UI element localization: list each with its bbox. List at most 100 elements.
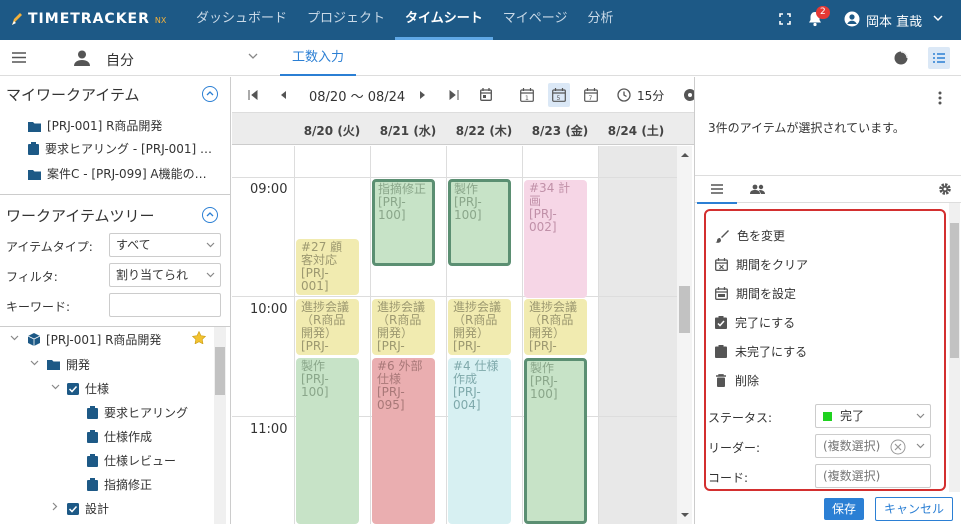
user-menu-chevron-icon[interactable] bbox=[933, 15, 943, 22]
calendar-event[interactable]: #6 外部 仕様 [PRJ- 095] bbox=[372, 358, 435, 524]
tree-collapse-chevron-icon[interactable] bbox=[52, 502, 58, 511]
sub-toolbar: 自分 工数入力 bbox=[0, 40, 961, 76]
tree-node[interactable]: 仕様レビュー bbox=[87, 452, 176, 469]
interval-value[interactable]: 15分 bbox=[637, 87, 664, 104]
scroll-up-icon[interactable] bbox=[681, 152, 689, 157]
save-button[interactable]: 保存 bbox=[824, 498, 864, 520]
date-range[interactable]: 08/20 ～ 08/24 bbox=[309, 86, 405, 105]
user-avatar-icon[interactable] bbox=[844, 11, 860, 27]
nav-dashboard[interactable]: ダッシュボード bbox=[186, 0, 297, 40]
tree-node[interactable]: 指摘修正 bbox=[87, 476, 152, 493]
user-name[interactable]: 岡本 直哉 bbox=[866, 11, 922, 30]
app-brand-suffix: NX bbox=[154, 16, 167, 25]
tree-scroll-thumb[interactable] bbox=[215, 347, 225, 395]
nav-mypage[interactable]: マイページ bbox=[493, 0, 578, 40]
keyword-input[interactable] bbox=[109, 293, 221, 317]
action-label: 削除 bbox=[735, 374, 760, 388]
status-select[interactable]: 完了 bbox=[815, 404, 931, 428]
tree-node[interactable]: [PRJ-001] R商品開発 bbox=[28, 331, 161, 348]
right-scroll-thumb[interactable] bbox=[950, 223, 959, 358]
calendar-event[interactable]: 製作 [PRJ- 100] bbox=[296, 358, 359, 524]
my-work-item[interactable]: [PRJ-001] R商品開発 bbox=[28, 117, 162, 134]
calendar-day-header: 8/20 (火) 8/21 (水) 8/22 (木) 8/23 (金) 8/24… bbox=[232, 113, 694, 145]
clock-icon[interactable] bbox=[617, 88, 631, 102]
pie-chart-icon[interactable] bbox=[894, 51, 908, 65]
nav-project[interactable]: プロジェクト bbox=[297, 0, 395, 40]
tree-node-label: 仕様レビュー bbox=[104, 454, 177, 468]
clipboard-icon bbox=[28, 142, 39, 155]
collapse-my-items-button[interactable] bbox=[202, 86, 218, 102]
tree-node-label: [PRJ-001] R商品開発 bbox=[46, 333, 162, 347]
right-scrollbar[interactable] bbox=[949, 203, 960, 492]
scroll-down-icon[interactable] bbox=[681, 513, 689, 518]
code-input[interactable]: (複数選択) bbox=[815, 464, 931, 488]
nav-analysis[interactable]: 分析 bbox=[578, 0, 624, 40]
prev-icon[interactable] bbox=[281, 91, 287, 99]
calendar-event[interactable]: 指摘修正 [PRJ- 100] bbox=[372, 179, 435, 266]
gear-icon[interactable] bbox=[938, 182, 952, 196]
tree-expand-chevron-icon[interactable] bbox=[10, 335, 19, 341]
chevron-up-icon bbox=[206, 91, 214, 96]
week-view-button[interactable]: 5 bbox=[548, 83, 570, 107]
action-set-period[interactable]: 期間を設定 bbox=[715, 285, 796, 302]
day-header: 8/21 (水) bbox=[379, 124, 437, 138]
calendar-event[interactable]: 進捗会議 （R商品 開発） [PRJ- bbox=[372, 299, 435, 355]
action-mark-incomplete[interactable]: 未完了にする bbox=[715, 343, 807, 360]
my-work-item[interactable]: 案件C - [PRJ-099] A機能の… bbox=[28, 165, 207, 182]
calendar-scrollbar[interactable] bbox=[677, 146, 692, 524]
seven-day-view-icon[interactable]: 7 bbox=[584, 88, 598, 102]
status-label: ステータス: bbox=[708, 411, 773, 425]
calendar-grid[interactable]: 09:00 10:00 11:00 指摘修正 [PRJ- 100] 製作 [PR… bbox=[232, 146, 680, 524]
eye-icon[interactable] bbox=[683, 88, 694, 102]
action-delete[interactable]: 削除 bbox=[715, 372, 759, 389]
calendar-scroll-thumb[interactable] bbox=[679, 286, 690, 333]
calendar-today-icon[interactable] bbox=[480, 88, 492, 101]
tree-node[interactable]: 開発 bbox=[47, 356, 90, 373]
cancel-button[interactable]: キャンセル bbox=[875, 497, 953, 521]
action-change-color[interactable]: 色を変更 bbox=[715, 227, 785, 244]
calendar-event[interactable]: 製作 [PRJ- 100] bbox=[524, 358, 587, 524]
item-type-select[interactable]: すべて bbox=[109, 233, 221, 257]
filter-label: フィルタ: bbox=[6, 270, 58, 284]
list-view-button[interactable] bbox=[928, 47, 950, 69]
user-select-value[interactable]: 自分 bbox=[106, 50, 134, 70]
last-page-icon[interactable] bbox=[449, 90, 459, 100]
clear-circle-icon[interactable] bbox=[890, 439, 906, 455]
first-page-icon[interactable] bbox=[248, 90, 258, 100]
tree-node[interactable]: 設計 bbox=[67, 500, 109, 517]
hamburger-menu-icon[interactable] bbox=[12, 52, 26, 63]
tab-list[interactable] bbox=[697, 176, 737, 204]
more-options-icon[interactable] bbox=[938, 91, 942, 105]
tree-node[interactable]: 仕様 bbox=[67, 380, 109, 397]
nav-timesheet[interactable]: タイムシート bbox=[395, 0, 493, 40]
calendar-event[interactable]: #4 仕様 作成 [PRJ- 004] bbox=[448, 358, 511, 524]
calendar-event[interactable]: #34 計 画 [PRJ- 002] bbox=[524, 180, 587, 298]
star-icon[interactable] bbox=[192, 331, 206, 344]
action-clear-period[interactable]: 期間をクリア bbox=[715, 256, 808, 273]
next-icon[interactable] bbox=[419, 91, 425, 99]
day-view-icon[interactable]: 1 bbox=[520, 88, 534, 102]
calendar-event[interactable]: 進捗会議 （R商品 開発） [PRJ- bbox=[524, 299, 587, 355]
tree-expand-chevron-icon[interactable] bbox=[30, 360, 39, 366]
calendar-event[interactable]: 進捗会議 （R商品 開発） [PRJ- bbox=[448, 299, 511, 355]
calendar-event[interactable]: 進捗会議 （R商品 開発） [PRJ- bbox=[296, 299, 359, 355]
collapse-tree-button[interactable] bbox=[202, 207, 218, 223]
user-select-chevron-icon[interactable] bbox=[248, 53, 258, 60]
tree-node-label: 要求ヒアリング bbox=[104, 406, 189, 420]
tab-members[interactable] bbox=[738, 176, 778, 204]
left-panel: マイワークアイテム [PRJ-001] R商品開発 要求ヒアリング - [PRJ… bbox=[0, 77, 231, 524]
leader-select[interactable]: (複数選択) bbox=[815, 434, 931, 458]
fullscreen-icon[interactable] bbox=[779, 13, 791, 25]
time-label: 09:00 bbox=[250, 182, 288, 197]
my-work-item[interactable]: 要求ヒアリング - [PRJ-001] … bbox=[28, 140, 212, 157]
tree-scrollbar[interactable] bbox=[214, 327, 226, 524]
tab-effort-input[interactable]: 工数入力 bbox=[280, 40, 357, 76]
tree-expand-chevron-icon[interactable] bbox=[51, 384, 60, 390]
tree-node[interactable]: 要求ヒアリング bbox=[87, 404, 188, 421]
tree-node[interactable]: 仕様作成 bbox=[87, 428, 152, 445]
calendar-event[interactable]: #27 顧 客対応 [PRJ- 001] bbox=[296, 239, 359, 295]
app-logo[interactable]: TIMETRACKER NX bbox=[10, 11, 166, 27]
calendar-event[interactable]: 製作 [PRJ- 100] bbox=[448, 179, 511, 266]
action-mark-complete[interactable]: 完了にする bbox=[715, 314, 795, 331]
filter-select[interactable]: 割り当てられ bbox=[109, 263, 221, 287]
